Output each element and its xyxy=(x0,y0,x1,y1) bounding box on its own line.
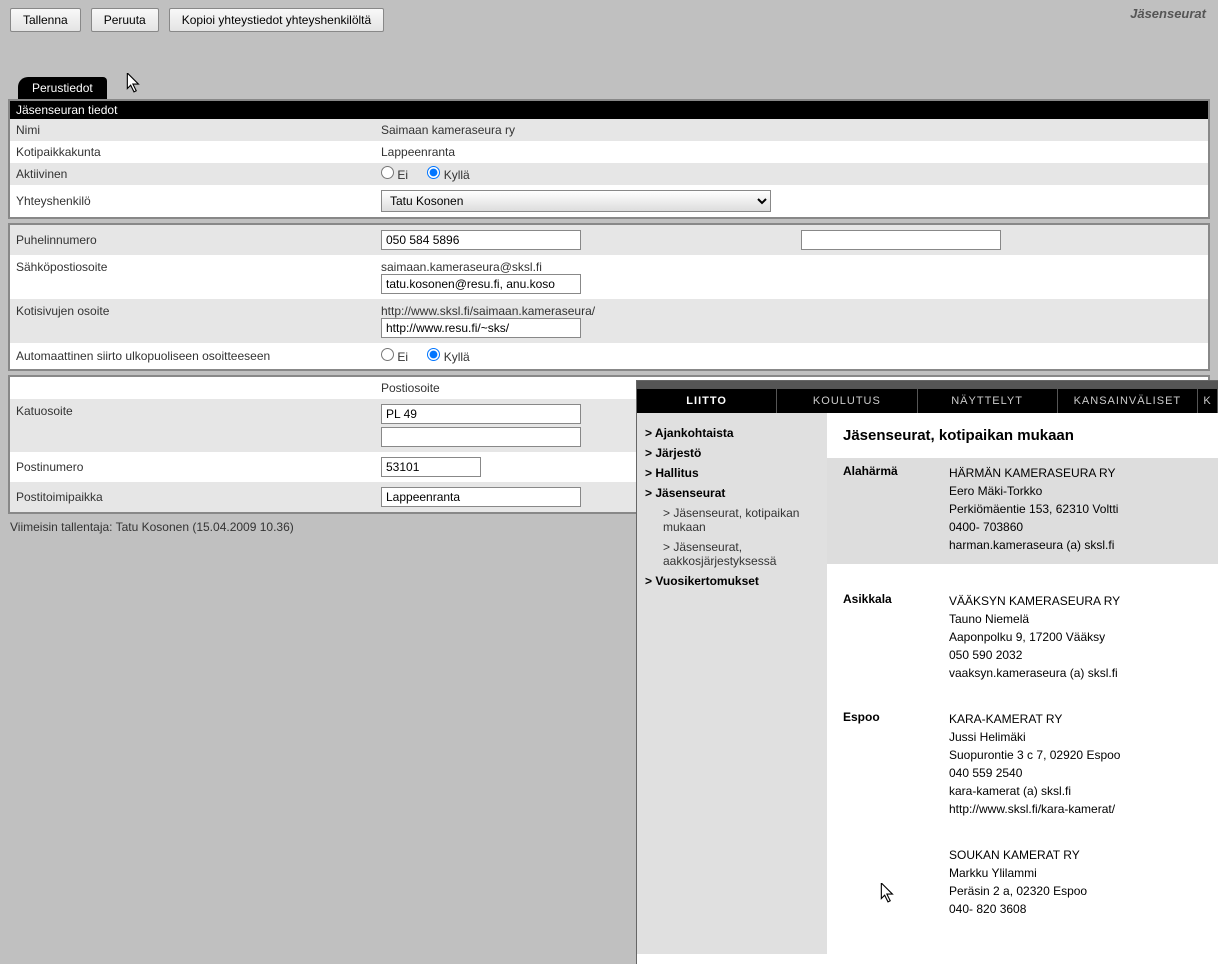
club-line: kara-kamerat (a) sksl.fi xyxy=(949,782,1202,800)
value-kotipaikka: Lappeenranta xyxy=(375,143,1208,161)
entry-city: Asikkala xyxy=(843,592,949,682)
label-aktiivinen: Aktiivinen xyxy=(10,165,375,183)
entry-details: HÄRMÄN KAMERASEURA RYEero Mäki-TorkkoPer… xyxy=(949,464,1202,554)
radio-autosiirto-ei[interactable]: Ei xyxy=(381,350,408,364)
value-kotisivu-static: http://www.sksl.fi/saimaan.kameraseura/ xyxy=(381,304,1202,318)
overlay-content: > Ajankohtaista> Järjestö> Hallitus> Jäs… xyxy=(637,413,1218,954)
menu-nayttelyt[interactable]: NÄYTTELYT xyxy=(918,389,1058,413)
radio-aktiivinen: Ei Kyllä xyxy=(375,164,1208,184)
radio-aktiivinen-ei[interactable]: Ei xyxy=(381,168,408,182)
sidebar-item[interactable]: > Jäsenseurat, aakkosjärjestyksessä xyxy=(645,537,819,571)
cancel-button[interactable]: Peruuta xyxy=(91,8,159,32)
club-line: harman.kameraseura (a) sksl.fi xyxy=(949,536,1202,554)
club-line: 050 590 2032 xyxy=(949,646,1202,664)
club-name: KARA-KAMERAT RY xyxy=(949,710,1202,728)
overlay-window: LIITTO KOULUTUS NÄYTTELYT KANSAINVÄLISET… xyxy=(636,380,1218,964)
toolbar: Tallenna Peruuta Kopioi yhteystiedot yht… xyxy=(0,0,1218,37)
menu-cut[interactable]: K xyxy=(1198,389,1218,413)
label-postitoimipaikka: Postitoimipaikka xyxy=(10,488,375,506)
menu-kansainvaliset[interactable]: KANSAINVÄLISET xyxy=(1058,389,1198,413)
radio-autosiirto-kylla[interactable]: Kyllä xyxy=(427,350,469,364)
club-name: HÄRMÄN KAMERASEURA RY xyxy=(949,464,1202,482)
sidebar-item[interactable]: > Jäsenseurat, kotipaikan mukaan xyxy=(645,503,819,537)
club-line: 040 559 2540 xyxy=(949,764,1202,782)
club-line: Perkiömäentie 153, 62310 Voltti xyxy=(949,500,1202,518)
value-sahkoposti-static: saimaan.kameraseura@sksl.fi xyxy=(381,260,1202,274)
radio-autosiirto: Ei Kyllä xyxy=(375,346,1208,366)
entry-city xyxy=(843,846,949,918)
club-line: Peräsin 2 a, 02320 Espoo xyxy=(949,882,1202,900)
club-line: 040- 820 3608 xyxy=(949,900,1202,918)
club-line: Eero Mäki-Torkko xyxy=(949,482,1202,500)
overlay-sidebar: > Ajankohtaista> Järjestö> Hallitus> Jäs… xyxy=(637,413,827,954)
club-line: Suopurontie 3 c 7, 02920 Espoo xyxy=(949,746,1202,764)
sidebar-item[interactable]: > Järjestö xyxy=(645,443,819,463)
label-autosiirto: Automaattinen siirto ulkopuoliseen osoit… xyxy=(10,347,375,365)
label-kotisivu: Kotisivujen osoite xyxy=(10,302,375,320)
label-nimi: Nimi xyxy=(10,121,375,139)
panel-basic: Jäsenseuran tiedot Nimi Saimaan kamerase… xyxy=(8,99,1210,219)
entry-details: VÄÄKSYN KAMERASEURA RYTauno NiemeläAapon… xyxy=(949,592,1202,682)
overlay-menu: LIITTO KOULUTUS NÄYTTELYT KANSAINVÄLISET… xyxy=(637,389,1218,413)
section-header: Jäsenseuran tiedot xyxy=(10,101,1208,119)
copy-contacts-button[interactable]: Kopioi yhteystiedot yhteyshenkilöltä xyxy=(169,8,384,32)
radio-aktiivinen-kylla[interactable]: Kyllä xyxy=(427,168,469,182)
club-line: Jussi Helimäki xyxy=(949,728,1202,746)
entry-details: SOUKAN KAMERAT RYMarkku YlilammiPeräsin … xyxy=(949,846,1202,918)
club-entry: SOUKAN KAMERAT RYMarkku YlilammiPeräsin … xyxy=(843,846,1202,918)
label-kotipaikka: Kotipaikkakunta xyxy=(10,143,375,161)
club-line: Aaponpolku 9, 17200 Vääksy xyxy=(949,628,1202,646)
sidebar-item[interactable]: > Ajankohtaista xyxy=(645,423,819,443)
input-katuosoite-2[interactable] xyxy=(381,427,581,447)
label-sahkoposti: Sähköpostiosoite xyxy=(10,258,375,276)
tab-perustiedot[interactable]: Perustiedot xyxy=(18,77,107,99)
label-puhelin: Puhelinnumero xyxy=(10,231,375,249)
label-postinumero: Postinumero xyxy=(10,458,375,476)
label-yhteyshenkilo: Yhteyshenkilö xyxy=(10,192,375,210)
club-entry: AsikkalaVÄÄKSYN KAMERASEURA RYTauno Niem… xyxy=(843,592,1202,682)
input-sahkoposti[interactable] xyxy=(381,274,581,294)
club-line: Tauno Niemelä xyxy=(949,610,1202,628)
menu-liitto[interactable]: LIITTO xyxy=(637,389,777,413)
entry-city: Alahärmä xyxy=(843,464,949,554)
input-puhelin[interactable] xyxy=(381,230,581,250)
value-nimi: Saimaan kameraseura ry xyxy=(375,121,1208,139)
blank-label xyxy=(10,386,375,390)
input-postitoimipaikka[interactable] xyxy=(381,487,581,507)
tab-strip: Perustiedot xyxy=(8,77,1210,99)
select-yhteyshenkilo[interactable]: Tatu Kosonen xyxy=(381,190,771,212)
panel-contact: Puhelinnumero Sähköpostiosoite saimaan.k… xyxy=(8,223,1210,371)
club-entry: AlahärmäHÄRMÄN KAMERASEURA RYEero Mäki-T… xyxy=(827,458,1218,564)
overlay-title: Jäsenseurat, kotipaikan mukaan xyxy=(843,427,1202,444)
input-puhelin-2[interactable] xyxy=(801,230,1001,250)
input-postinumero[interactable] xyxy=(381,457,481,477)
sidebar-item[interactable]: > Vuosikertomukset xyxy=(645,571,819,591)
entry-details: KARA-KAMERAT RYJussi HelimäkiSuopurontie… xyxy=(949,710,1202,818)
entry-city: Espoo xyxy=(843,710,949,818)
menu-koulutus[interactable]: KOULUTUS xyxy=(777,389,917,413)
input-katuosoite-1[interactable] xyxy=(381,404,581,424)
label-katuosoite: Katuosoite xyxy=(10,402,375,420)
breadcrumb: Jäsenseurat xyxy=(1130,6,1206,21)
club-line: http://www.sksl.fi/kara-kamerat/ xyxy=(949,800,1202,818)
club-name: VÄÄKSYN KAMERASEURA RY xyxy=(949,592,1202,610)
club-line: vaaksyn.kameraseura (a) sksl.fi xyxy=(949,664,1202,682)
club-name: SOUKAN KAMERAT RY xyxy=(949,846,1202,864)
club-entry: EspooKARA-KAMERAT RYJussi HelimäkiSuopur… xyxy=(843,710,1202,818)
overlay-main: Jäsenseurat, kotipaikan mukaan AlahärmäH… xyxy=(827,413,1218,954)
save-button[interactable]: Tallenna xyxy=(10,8,81,32)
sidebar-item[interactable]: > Hallitus xyxy=(645,463,819,483)
club-line: 0400- 703860 xyxy=(949,518,1202,536)
overlay-topbar xyxy=(637,381,1218,389)
sidebar-item[interactable]: > Jäsenseurat xyxy=(645,483,819,503)
club-line: Markku Ylilammi xyxy=(949,864,1202,882)
input-kotisivu[interactable] xyxy=(381,318,581,338)
